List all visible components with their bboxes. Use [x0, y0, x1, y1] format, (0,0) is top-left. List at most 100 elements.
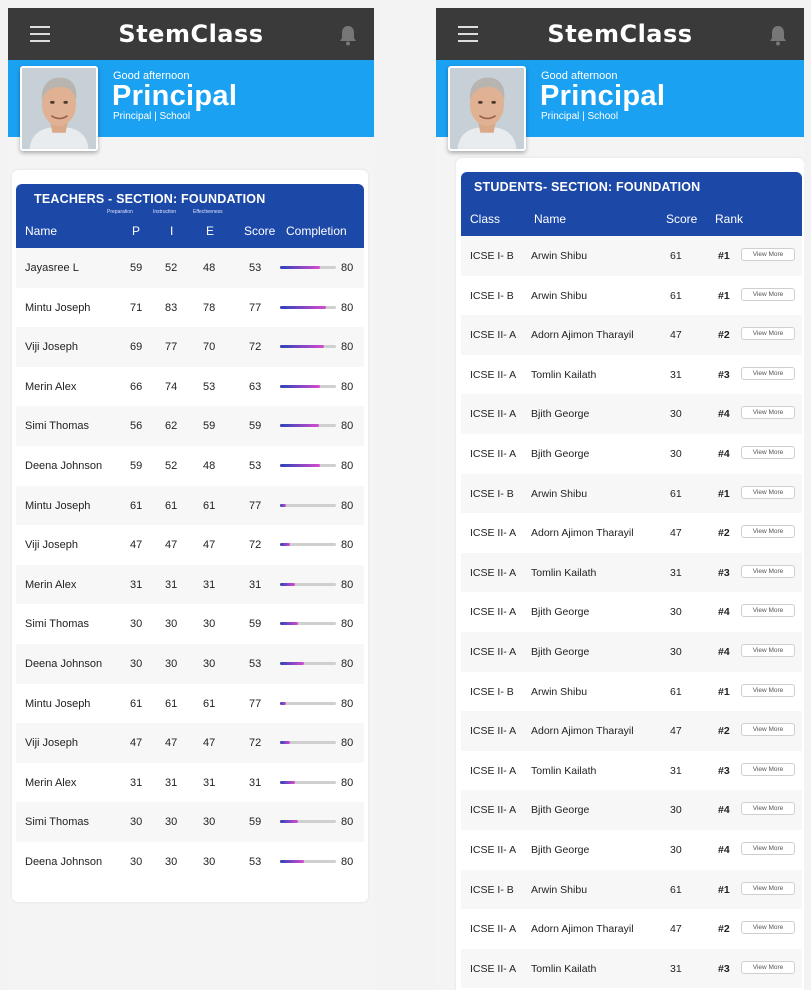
table-row[interactable]: Deena Johnson 59 52 48 53 80 — [16, 446, 364, 486]
table-row[interactable]: ICSE I- B Arwin Shibu 61 #1 View More — [461, 869, 802, 910]
cell-e: 48 — [203, 262, 216, 274]
cell-score: 31 — [249, 776, 262, 789]
view-more-button[interactable]: View More — [741, 366, 795, 380]
table-row[interactable]: Merin Alex 66 74 53 63 80 — [16, 367, 364, 407]
table-row[interactable]: Viji Joseph 47 47 47 72 80 — [16, 525, 364, 565]
avatar[interactable] — [20, 66, 98, 151]
cell-p: 30 — [130, 855, 143, 868]
view-more-button[interactable]: View More — [741, 921, 795, 935]
view-more-button[interactable]: View More — [741, 287, 795, 301]
cell-rank: #2 — [718, 923, 730, 936]
cell-p: 59 — [130, 459, 143, 472]
view-more-button[interactable]: View More — [741, 604, 795, 618]
table-row[interactable]: ICSE II- A Bjith George 30 #4 View More — [461, 631, 802, 672]
cell-completion: 80 — [341, 578, 354, 591]
view-more-button[interactable]: View More — [741, 841, 795, 855]
notification-bell-icon[interactable] — [338, 24, 358, 46]
view-more-button[interactable]: View More — [741, 485, 795, 499]
cell-score: 47 — [670, 329, 682, 342]
table-row[interactable]: ICSE II- A Tomlin Kailath 31 #3 View More — [461, 552, 802, 593]
table-row[interactable]: ICSE II- A Bjith George 30 #4 View More — [461, 394, 802, 434]
view-more-button[interactable]: View More — [741, 248, 795, 261]
student-name: Arwin Shibu — [531, 487, 588, 500]
table-row[interactable]: ICSE II- A Adorn Ajimon Tharayil 47 #2 View … — [461, 513, 802, 553]
table-row[interactable]: Jayasree L 59 52 48 53 80 — [16, 248, 364, 288]
avatar[interactable] — [448, 66, 526, 151]
view-more-button[interactable]: View More — [741, 723, 795, 737]
teacher-name: Simi Thomas — [25, 816, 89, 829]
cell-i: 83 — [165, 301, 178, 314]
cell-completion: 80 — [341, 380, 354, 393]
table-row[interactable]: Deena Johnson 30 30 30 53 80 — [16, 842, 364, 882]
cell-rank: #1 — [718, 289, 730, 302]
cell-p: 47 — [130, 737, 143, 750]
hamburger-menu-icon[interactable] — [30, 26, 50, 42]
cell-score: 30 — [670, 843, 682, 856]
table-row[interactable]: ICSE II- A Tomlin Kailath 31 #3 View More — [461, 948, 802, 989]
table-row[interactable]: Simi Thomas 30 30 30 59 80 — [16, 604, 364, 644]
col-class: Class — [470, 212, 501, 226]
hamburger-menu-icon[interactable] — [458, 26, 478, 42]
view-more-button[interactable]: View More — [741, 445, 795, 459]
table-row[interactable]: ICSE I- B Arwin Shibu 61 #1 View More — [461, 236, 802, 276]
teachers-card: TEACHERS - SECTION: FOUNDATION Name Prep… — [12, 170, 368, 902]
cell-e: 47 — [203, 737, 216, 750]
cell-e: 78 — [203, 301, 216, 314]
notification-bell-icon[interactable] — [768, 24, 788, 46]
table-row[interactable]: ICSE II- A Adorn Ajimon Tharayil 47 #2 View … — [461, 909, 802, 949]
view-more-button[interactable]: View More — [741, 564, 795, 578]
cell-p: 30 — [130, 816, 143, 829]
table-row[interactable]: ICSE II- A Bjith George 30 #4 View More — [461, 434, 802, 474]
table-row[interactable]: Viji Joseph 69 77 70 72 80 — [16, 327, 364, 367]
table-row[interactable]: Viji Joseph 47 47 47 72 80 — [16, 723, 364, 763]
table-row[interactable]: ICSE II- A Bjith George 30 #4 View More — [461, 830, 802, 870]
cell-score: 53 — [249, 459, 262, 472]
table-row[interactable]: ICSE I- B Arwin Shibu 61 #1 View More — [461, 276, 802, 316]
student-class: ICSE II- A — [470, 368, 517, 381]
teacher-name: Deena Johnson — [25, 855, 103, 868]
cell-p: 61 — [130, 499, 143, 512]
cell-completion: 80 — [341, 539, 354, 552]
table-row[interactable]: Simi Thomas 30 30 30 59 80 — [16, 802, 364, 842]
teachers-screen: StemClass Good afternoon Principal Princ… — [8, 8, 374, 990]
table-row[interactable]: ICSE II- A Adorn Ajimon Tharayil 47 #2 View … — [461, 711, 802, 751]
table-row[interactable]: Mintu Joseph 71 83 78 77 80 — [16, 288, 364, 328]
cell-p: 30 — [130, 657, 143, 670]
cell-score: 31 — [670, 566, 682, 579]
cell-rank: #4 — [718, 606, 730, 619]
table-row[interactable]: ICSE II- A Bjith George 30 #4 View More — [461, 592, 802, 632]
table-row[interactable]: Mintu Joseph 61 61 61 77 80 — [16, 684, 364, 724]
view-more-button[interactable]: View More — [741, 406, 795, 420]
cell-e: 61 — [203, 499, 216, 512]
table-row[interactable]: Simi Thomas 56 62 59 59 80 — [16, 406, 364, 446]
progress-fill — [280, 820, 298, 824]
table-row[interactable]: Merin Alex 31 31 31 31 80 — [16, 564, 364, 605]
view-more-button[interactable]: View More — [741, 525, 795, 539]
table-row[interactable]: ICSE II- A Tomlin Kailath 31 #3 View More — [461, 355, 802, 395]
table-row[interactable]: Mintu Joseph 61 61 61 77 80 — [16, 485, 364, 526]
student-name: Bjith George — [531, 843, 590, 856]
cell-completion: 80 — [341, 301, 354, 314]
view-more-button[interactable]: View More — [741, 881, 795, 895]
student-class: ICSE I- B — [470, 487, 514, 500]
table-row[interactable]: ICSE II- A Tomlin Kailath 31 #3 View More — [461, 751, 802, 791]
table-row[interactable]: ICSE I- B Arwin Shibu 61 #1 View More — [461, 473, 802, 514]
cell-score: 61 — [670, 289, 682, 302]
teacher-name: Merin Alex — [25, 776, 77, 789]
view-more-button[interactable]: View More — [741, 960, 795, 974]
student-class: ICSE II- A — [470, 804, 517, 817]
view-more-button[interactable]: View More — [741, 643, 795, 657]
table-row[interactable]: ICSE I- B Arwin Shibu 61 #1 View More — [461, 672, 802, 712]
app-topbar: StemClass — [8, 8, 374, 60]
students-table-body: ICSE I- B Arwin Shibu 61 #1 View More ICSE I-… — [461, 236, 802, 989]
view-more-button[interactable]: View More — [741, 762, 795, 776]
view-more-button[interactable]: View More — [741, 802, 795, 816]
view-more-button[interactable]: View More — [741, 327, 795, 341]
table-row[interactable]: ICSE II- A Adorn Ajimon Tharayil 47 #2 View … — [461, 315, 802, 355]
cell-e: 61 — [203, 697, 216, 710]
table-row[interactable]: ICSE II- A Bjith George 30 #4 View More — [461, 790, 802, 830]
cell-i: 30 — [165, 816, 178, 829]
table-row[interactable]: Deena Johnson 30 30 30 53 80 — [16, 643, 364, 684]
view-more-button[interactable]: View More — [741, 683, 795, 697]
table-row[interactable]: Merin Alex 31 31 31 31 80 — [16, 763, 364, 803]
